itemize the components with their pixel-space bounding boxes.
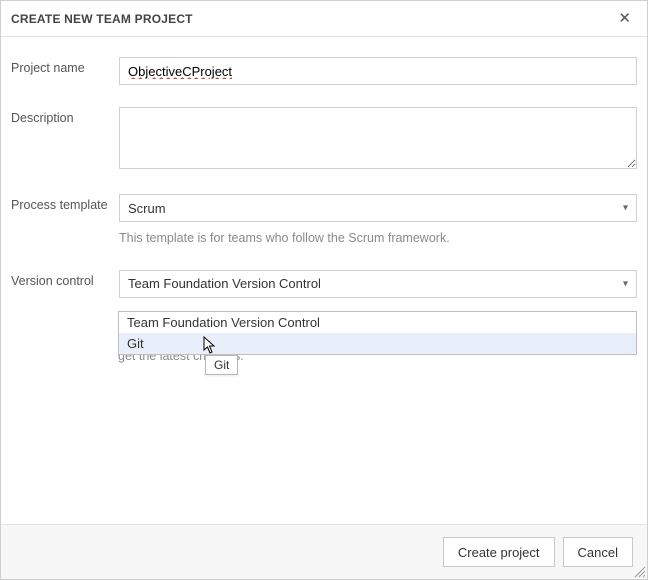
label-project-name: Project name xyxy=(11,57,119,75)
cancel-button[interactable]: Cancel xyxy=(563,537,633,567)
description-textarea[interactable] xyxy=(119,107,637,169)
chevron-down-icon: ▾ xyxy=(623,278,628,289)
chevron-down-icon: ▾ xyxy=(623,203,628,214)
create-project-button[interactable]: Create project xyxy=(443,537,555,567)
create-team-project-dialog: CREATE NEW TEAM PROJECT ✕ Project name D… xyxy=(0,0,648,580)
dialog-footer: Create project Cancel xyxy=(1,524,647,579)
row-process-template: Process template Scrum ▾ This template i… xyxy=(11,194,637,248)
dialog-title: CREATE NEW TEAM PROJECT xyxy=(11,12,193,26)
project-name-input[interactable] xyxy=(119,57,637,85)
dialog-header: CREATE NEW TEAM PROJECT ✕ xyxy=(1,1,647,37)
label-description: Description xyxy=(11,107,119,125)
row-project-name: Project name xyxy=(11,57,637,85)
tooltip-git: Git xyxy=(205,355,238,375)
row-version-control: Version control Team Foundation Version … xyxy=(11,270,637,298)
row-description: Description xyxy=(11,107,637,172)
vc-option-tfvc[interactable]: Team Foundation Version Control xyxy=(119,312,636,333)
process-template-hint: This template is for teams who follow th… xyxy=(119,230,637,248)
version-control-select[interactable]: Team Foundation Version Control ▾ xyxy=(119,270,637,298)
process-template-select[interactable]: Scrum ▾ xyxy=(119,194,637,222)
dialog-body: Project name Description Process templat… xyxy=(1,37,647,524)
version-control-selected: Team Foundation Version Control xyxy=(128,276,321,291)
resize-grip-icon[interactable] xyxy=(632,564,646,578)
vc-option-git[interactable]: Git xyxy=(119,333,636,354)
label-process-template: Process template xyxy=(11,194,119,212)
label-version-control: Version control xyxy=(11,270,119,288)
close-icon[interactable]: ✕ xyxy=(614,9,635,28)
version-control-dropdown: Team Foundation Version Control Git xyxy=(118,311,637,355)
process-template-selected: Scrum xyxy=(128,201,166,216)
